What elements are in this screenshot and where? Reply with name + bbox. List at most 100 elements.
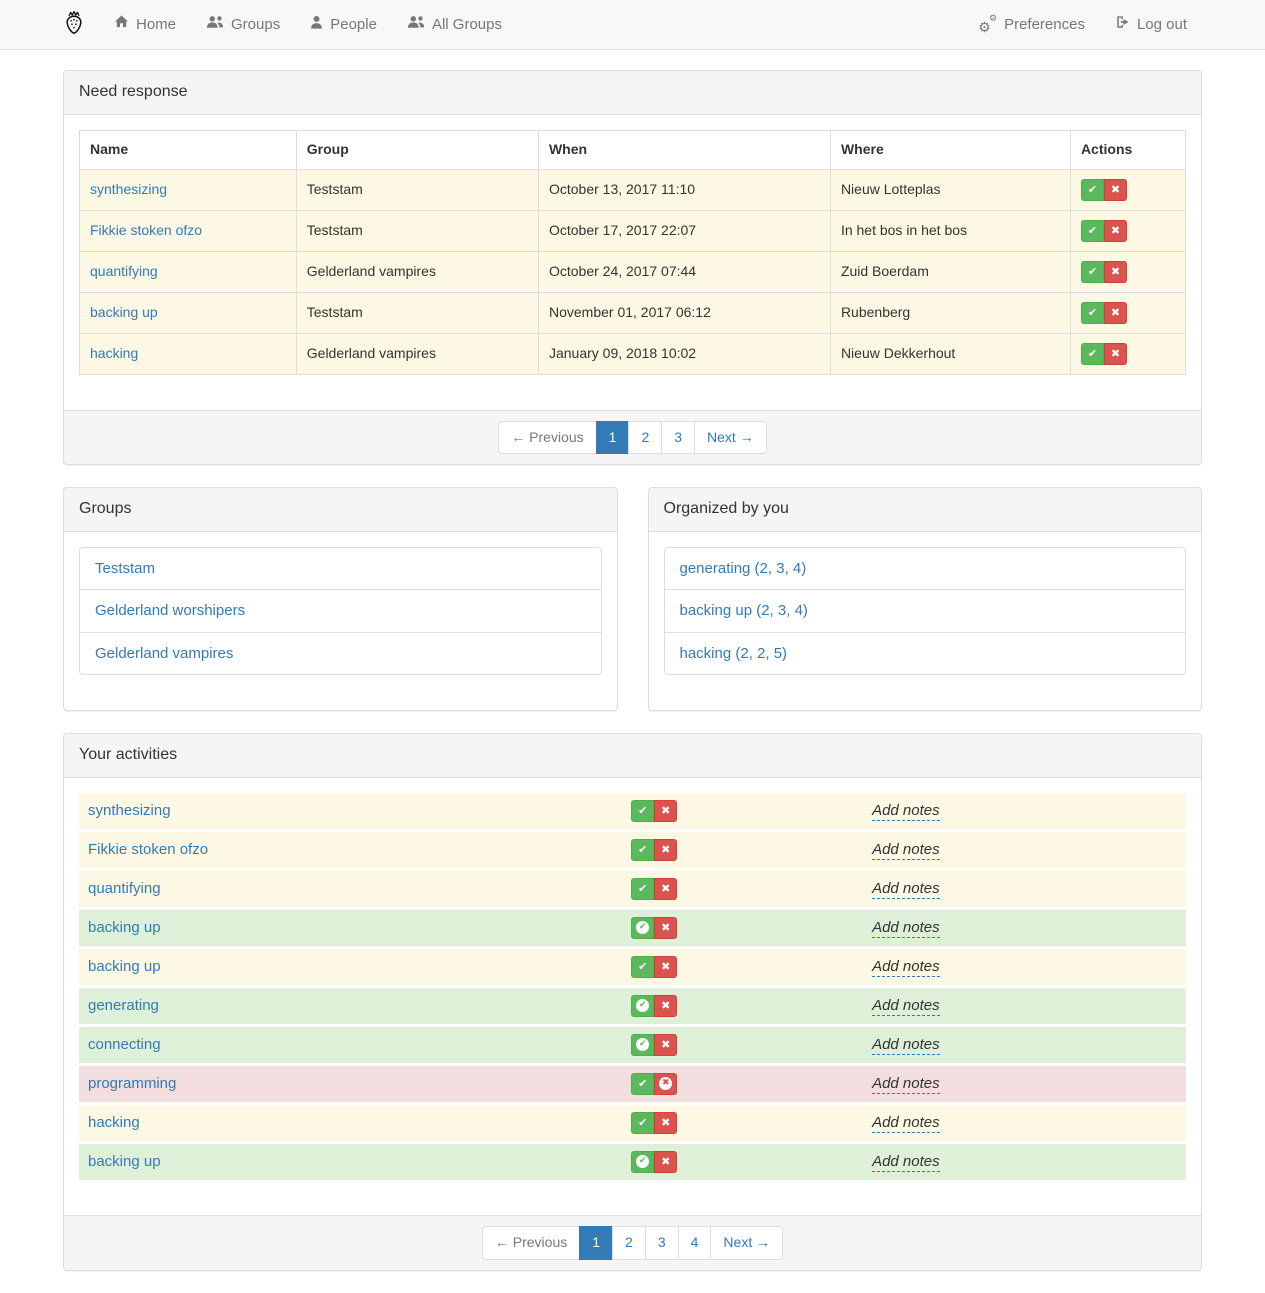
nav-item-home[interactable]: Home [99, 0, 191, 50]
check-icon: ✔ [1088, 225, 1097, 236]
pagination-previous[interactable]: ← Previous [482, 1226, 580, 1260]
need-response-footer: ← Previous 1 2 3 Next → [64, 410, 1201, 465]
attend-no-button[interactable]: ✖ [1104, 261, 1127, 283]
pagination-page-1[interactable]: 1 [579, 1226, 613, 1260]
activity-link[interactable]: connecting [88, 1036, 161, 1053]
add-notes-link[interactable]: Add notes [872, 1153, 940, 1172]
add-notes-link[interactable]: Add notes [872, 997, 940, 1016]
table-row: Fikkie stoken ofzo Teststam October 17, … [80, 210, 1186, 251]
activity-link[interactable]: backing up [88, 919, 161, 936]
nav-item-groups[interactable]: Groups [191, 0, 295, 50]
activity-link[interactable]: synthesizing [88, 802, 171, 819]
add-notes-link[interactable]: Add notes [872, 880, 940, 899]
attend-yes-button[interactable]: ✔✔ [631, 917, 654, 939]
brand-logo[interactable] [63, 9, 99, 42]
table-row: synthesizing Teststam October 13, 2017 1… [80, 169, 1186, 210]
pagination-page-2[interactable]: 2 [628, 421, 662, 455]
x-icon: ✖ [661, 1156, 670, 1167]
list-item: Gelderland vampires [79, 632, 602, 675]
pagination-page-3[interactable]: 3 [645, 1226, 679, 1260]
attend-no-button[interactable]: ✖ [1104, 302, 1127, 324]
attend-no-button[interactable]: ✖ [1104, 179, 1127, 201]
activity-link[interactable]: generating [88, 997, 159, 1014]
attend-no-button[interactable]: ✖✖ [654, 1073, 677, 1095]
x-icon: ✖ [661, 844, 670, 855]
activity-link[interactable]: hacking [90, 345, 138, 361]
activity-link[interactable]: Fikkie stoken ofzo [88, 841, 208, 858]
attend-yes-button[interactable]: ✔ [1081, 343, 1104, 365]
activity-link[interactable]: programming [88, 1075, 176, 1092]
activity-link[interactable]: backing up [90, 304, 158, 320]
attend-yes-button[interactable]: ✔✔ [631, 800, 654, 822]
attend-no-button[interactable]: ✖✖ [654, 800, 677, 822]
strawberry-icon [63, 9, 85, 42]
nav-item-people[interactable]: People [295, 0, 392, 50]
x-icon: ✖ [1111, 307, 1120, 318]
attend-yes-button[interactable]: ✔✔ [631, 1112, 654, 1134]
sign-out-icon [1115, 14, 1130, 35]
attend-no-button[interactable]: ✖ [1104, 343, 1127, 365]
attend-yes-button[interactable]: ✔✔ [631, 839, 654, 861]
activity-link[interactable]: quantifying [90, 263, 158, 279]
attend-yes-button[interactable]: ✔✔ [631, 1151, 654, 1173]
pagination-next[interactable]: Next → [710, 1226, 783, 1260]
attend-no-button[interactable]: ✖✖ [654, 1112, 677, 1134]
attend-yes-button[interactable]: ✔✔ [631, 995, 654, 1017]
x-circle-icon: ✖ [659, 1077, 672, 1090]
add-notes-link[interactable]: Add notes [872, 1075, 940, 1094]
group-cell: Teststam [296, 169, 538, 210]
attend-no-button[interactable]: ✖✖ [654, 878, 677, 900]
add-notes-link[interactable]: Add notes [872, 919, 940, 938]
check-icon: ✔ [638, 1078, 647, 1089]
home-icon [114, 14, 129, 35]
activity-link[interactable]: backing up [88, 958, 161, 975]
attend-yes-button[interactable]: ✔ [1081, 220, 1104, 242]
attend-no-button[interactable]: ✖✖ [654, 839, 677, 861]
attend-no-button[interactable]: ✖✖ [654, 1034, 677, 1056]
add-notes-link[interactable]: Add notes [872, 841, 940, 860]
attend-yes-button[interactable]: ✔✔ [631, 1034, 654, 1056]
your-activities-panel: Your activities synthesizing ✔✔ ✖✖ Add n… [63, 733, 1202, 1271]
pagination-page-1[interactable]: 1 [596, 421, 630, 455]
attend-no-button[interactable]: ✖ [1104, 220, 1127, 242]
nav-item-label: Groups [231, 14, 280, 35]
add-notes-link[interactable]: Add notes [872, 1036, 940, 1055]
when-cell: January 09, 2018 10:02 [538, 333, 830, 374]
activity-link[interactable]: quantifying [88, 880, 161, 897]
add-notes-link[interactable]: Add notes [872, 958, 940, 977]
group-cell: Teststam [296, 292, 538, 333]
attend-no-button[interactable]: ✖✖ [654, 956, 677, 978]
nav-item-label: Log out [1137, 14, 1187, 35]
nav-item-preferences[interactable]: ⚙⚙ Preferences [963, 0, 1100, 50]
pagination-page-3[interactable]: 3 [661, 421, 695, 455]
group-link[interactable]: Teststam [95, 560, 155, 577]
activity-link[interactable]: synthesizing [90, 181, 167, 197]
nav-item-all-groups[interactable]: All Groups [392, 0, 517, 50]
attend-yes-button[interactable]: ✔✔ [631, 956, 654, 978]
column-header-where: Where [830, 130, 1070, 169]
activity-link[interactable]: backing up [88, 1153, 161, 1170]
group-link[interactable]: Gelderland worshipers [95, 602, 245, 619]
pagination-page-2[interactable]: 2 [612, 1226, 646, 1260]
add-notes-link[interactable]: Add notes [872, 802, 940, 821]
gears-icon: ⚙⚙ [978, 17, 997, 34]
activity-link[interactable]: Fikkie stoken ofzo [90, 222, 202, 238]
attend-no-button[interactable]: ✖✖ [654, 917, 677, 939]
add-notes-link[interactable]: Add notes [872, 1114, 940, 1133]
attend-yes-button[interactable]: ✔ [1081, 261, 1104, 283]
attend-yes-button[interactable]: ✔✔ [631, 878, 654, 900]
attend-yes-button[interactable]: ✔ [1081, 302, 1104, 324]
attend-yes-button[interactable]: ✔✔ [631, 1073, 654, 1095]
pagination-page-4[interactable]: 4 [678, 1226, 712, 1260]
organized-activity-link[interactable]: hacking (2, 2, 5) [680, 645, 788, 662]
organized-activity-link[interactable]: backing up (2, 3, 4) [680, 602, 808, 619]
activity-link[interactable]: hacking [88, 1114, 140, 1131]
nav-item-logout[interactable]: Log out [1100, 0, 1202, 50]
attend-no-button[interactable]: ✖✖ [654, 995, 677, 1017]
attend-yes-button[interactable]: ✔ [1081, 179, 1104, 201]
pagination-previous[interactable]: ← Previous [498, 421, 596, 455]
pagination-next[interactable]: Next → [694, 421, 767, 455]
attend-no-button[interactable]: ✖✖ [654, 1151, 677, 1173]
group-link[interactable]: Gelderland vampires [95, 645, 233, 662]
organized-activity-link[interactable]: generating (2, 3, 4) [680, 560, 807, 577]
